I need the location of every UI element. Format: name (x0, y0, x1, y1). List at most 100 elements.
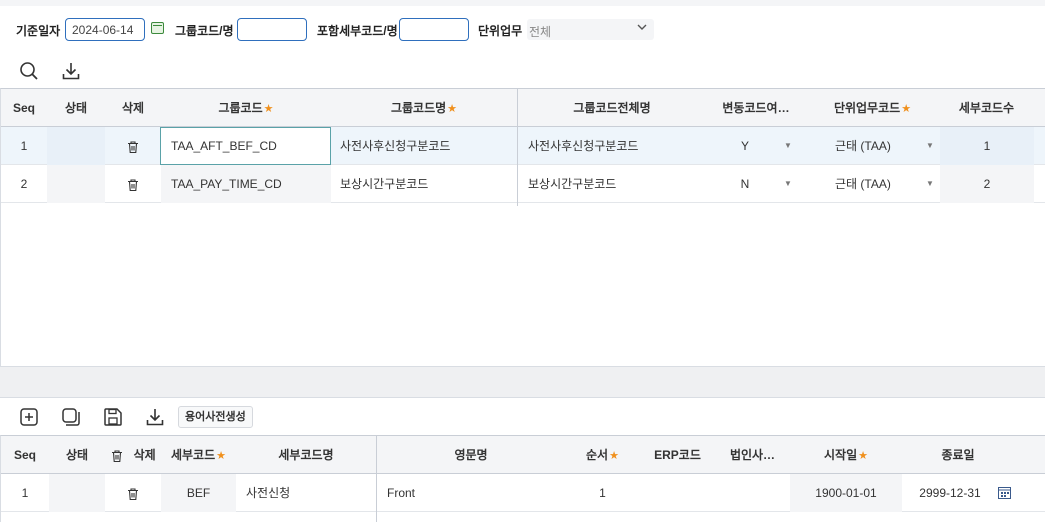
col-erp-code[interactable]: ERP코드 (640, 436, 715, 474)
col-group-code-name[interactable]: 그룹코드명★ (331, 89, 517, 127)
group-code-grid: Seq 상태 삭제 그룹코드★ 그룹코드명★ 그룹코드전체명 변동코드여… 단위… (0, 88, 1045, 206)
download-icon[interactable] (60, 60, 82, 82)
trash-icon (128, 141, 138, 153)
cell-group-code-full[interactable]: 사전사후신청구분코드 (518, 127, 706, 165)
calendar-icon[interactable] (151, 22, 164, 34)
dropdown-arrow-icon[interactable]: ▼ (926, 165, 934, 203)
col-group-code[interactable]: 그룹코드★ (161, 89, 331, 127)
column-divider (376, 436, 377, 522)
col-variable[interactable]: 변동코드여… (706, 89, 806, 127)
cell-seq: 2 (20, 177, 28, 191)
download-icon[interactable] (144, 406, 166, 428)
chevron-down-icon (636, 21, 648, 36)
calendar-icon[interactable] (998, 486, 1011, 502)
trash-icon (128, 179, 138, 191)
cell-variable[interactable]: Y (706, 127, 784, 165)
top-toolbar (0, 56, 1045, 88)
col-start-date-label: 시작일 (824, 448, 858, 462)
table-row[interactable]: 2 TAA_PAY_TIME_CD 보상시간구분코드 보상시간구분코드 N ▼ … (1, 165, 1045, 203)
col-delete[interactable]: 삭제 (105, 436, 161, 474)
col-detail-count[interactable]: 세부코드수 (939, 89, 1034, 127)
cell-group-code[interactable]: TAA_PAY_TIME_CD (161, 165, 331, 203)
cell-unit-work-code[interactable]: 근태 (TAA) (806, 165, 924, 203)
required-star-icon: ★ (901, 103, 912, 115)
cell-english-name[interactable]: Front (377, 474, 565, 512)
save-icon[interactable] (102, 406, 124, 428)
base-date-label: 기준일자 (16, 24, 61, 38)
top-divider (0, 0, 1045, 6)
table-row[interactable]: 1 TAA_AFT_BEF_CD 사전사후신청구분코드 사전사후신청구분코드 Y… (1, 127, 1045, 165)
cell-detail-code-name[interactable]: 사전신청 (236, 474, 376, 512)
cell-order[interactable]: 1 (565, 474, 640, 512)
col-order[interactable]: 순서★ (565, 436, 640, 474)
detail-code-input[interactable] (399, 18, 469, 41)
dropdown-arrow-icon[interactable]: ▼ (926, 127, 934, 165)
cell-detail-count: 2 (940, 165, 1034, 203)
col-seq[interactable]: Seq (1, 89, 47, 127)
delete-button[interactable] (105, 127, 161, 165)
cell-corp-use[interactable] (715, 474, 790, 512)
cell-erp-code[interactable] (640, 474, 715, 512)
grid-footer (0, 366, 1045, 398)
base-date-input[interactable] (65, 18, 145, 41)
col-delete[interactable]: 삭제 (105, 89, 161, 127)
column-divider (517, 89, 518, 206)
group-code-input[interactable] (237, 18, 307, 41)
col-unit-work-code[interactable]: 단위업무코드★ (806, 89, 939, 127)
search-icon[interactable] (18, 60, 40, 82)
col-english-name[interactable]: 영문명 (377, 436, 565, 474)
grid-empty-area (0, 206, 1045, 366)
dropdown-arrow-icon[interactable]: ▼ (784, 127, 792, 165)
col-status[interactable]: 상태 (47, 89, 105, 127)
unit-work-label: 단위업무 (478, 24, 523, 38)
delete-button[interactable] (105, 474, 161, 512)
add-row-icon[interactable] (18, 406, 40, 428)
delete-button[interactable] (105, 165, 161, 203)
dropdown-arrow-icon[interactable]: ▼ (784, 165, 792, 203)
col-group-code-full[interactable]: 그룹코드전체명 (518, 89, 706, 127)
col-detail-code-name[interactable]: 세부코드명 (236, 436, 376, 474)
col-unit-work-code-label: 단위업무코드 (833, 101, 901, 115)
cell-end-date[interactable]: 2999-12-31 (902, 474, 998, 512)
cell-detail-count: 1 (940, 127, 1034, 165)
cell-group-code[interactable]: TAA_AFT_BEF_CD (160, 127, 331, 165)
cell-detail-code[interactable]: BEF (161, 474, 236, 512)
table-row[interactable]: 1 BEF 사전신청 Front 1 1900-01-01 2999-12-31 (1, 474, 1045, 512)
dictionary-generate-button[interactable]: 용어사전생성 (178, 406, 253, 428)
grid-header: Seq 상태 삭제 세부코드★ 세부코드명 영문명 순서★ ERP코드 법인사…… (1, 436, 1045, 474)
cell-status (47, 127, 105, 165)
cell-seq: 1 (20, 139, 28, 153)
cell-start-date[interactable]: 1900-01-01 (790, 474, 902, 512)
bottom-toolbar: 용어사전생성 (0, 401, 1045, 433)
detail-code-label: 포함세부코드/명 (317, 24, 398, 38)
cell-variable[interactable]: N (706, 165, 784, 203)
required-star-icon: ★ (858, 450, 868, 462)
copy-row-icon[interactable] (60, 406, 82, 428)
col-start-date[interactable]: 시작일★ (790, 436, 902, 474)
cell-unit-work-code[interactable]: 근태 (TAA) (806, 127, 924, 165)
group-code-label: 그룹코드/명 (175, 24, 234, 38)
required-star-icon: ★ (263, 103, 274, 115)
unit-work-select[interactable]: 전체 (527, 19, 654, 40)
col-order-label: 순서 (586, 448, 609, 462)
cell-status (47, 165, 105, 203)
col-group-code-name-label: 그룹코드명 (390, 101, 447, 115)
required-star-icon: ★ (609, 450, 619, 462)
detail-code-grid: Seq 상태 삭제 세부코드★ 세부코드명 영문명 순서★ ERP코드 법인사…… (0, 435, 1045, 522)
col-end-date[interactable]: 종료일 (902, 436, 1014, 474)
col-corp-use[interactable]: 법인사… (715, 436, 790, 474)
cell-group-code-name[interactable]: 사전사후신청구분코드 (331, 127, 517, 165)
trash-icon (128, 488, 138, 500)
trash-icon[interactable] (110, 448, 124, 462)
col-seq[interactable]: Seq (1, 436, 49, 474)
col-detail-code-label: 세부코드 (170, 448, 216, 462)
cell-status (49, 474, 105, 512)
search-bar: 기준일자 그룹코드/명 포함세부코드/명 단위업무 전체 (0, 0, 1045, 56)
cell-group-code-full[interactable]: 보상시간구분코드 (518, 165, 706, 203)
cell-seq: 1 (21, 486, 29, 500)
cell-group-code-name[interactable]: 보상시간구분코드 (331, 165, 517, 203)
col-status[interactable]: 상태 (49, 436, 105, 474)
unit-work-value: 전체 (529, 25, 552, 39)
col-detail-code[interactable]: 세부코드★ (161, 436, 236, 474)
required-star-icon: ★ (447, 103, 458, 115)
